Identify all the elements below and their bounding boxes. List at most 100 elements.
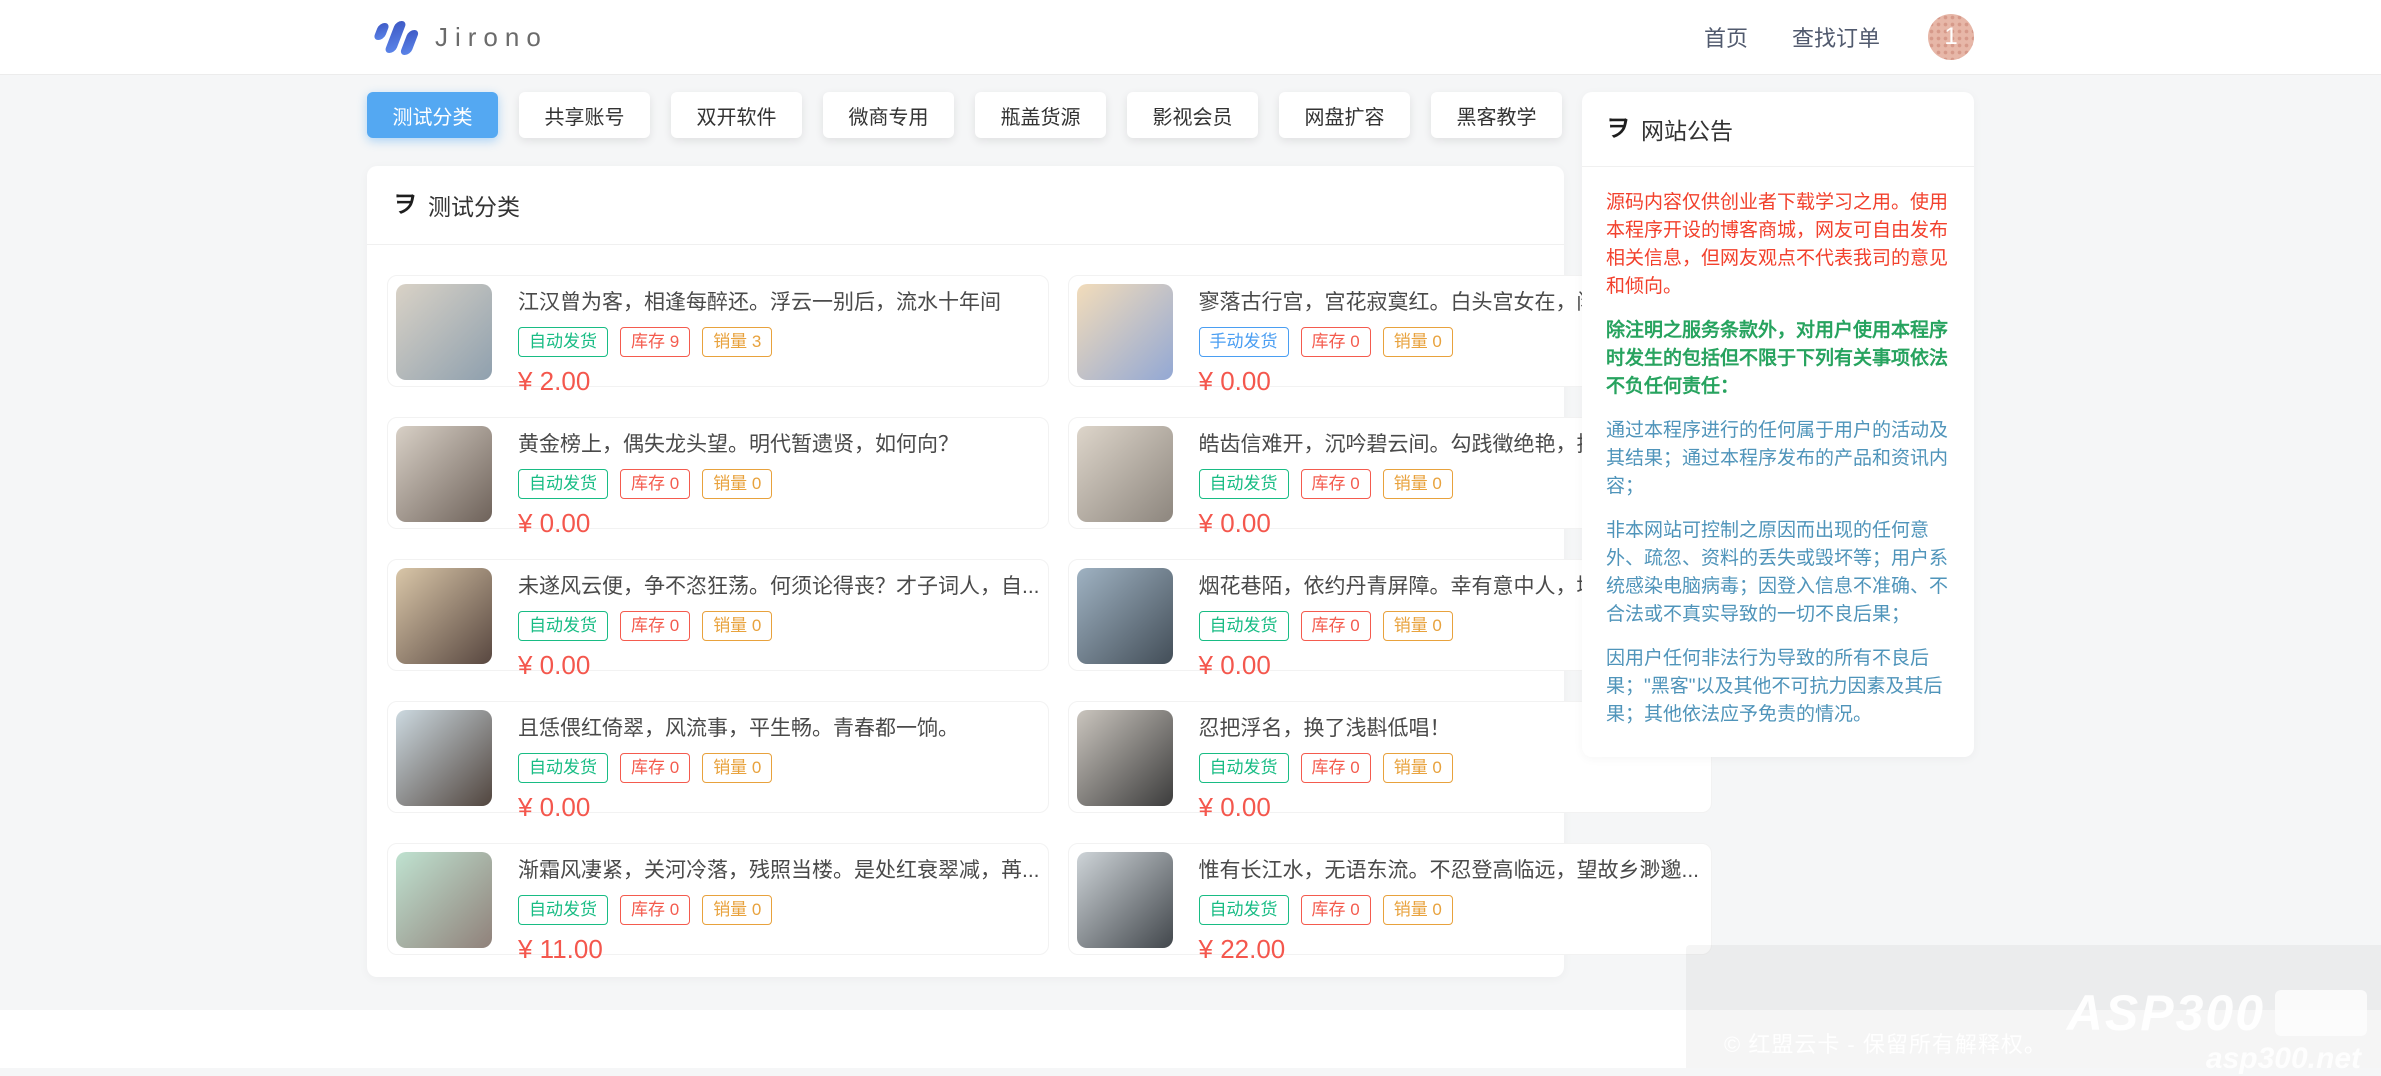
product-thumbnail [396,852,492,948]
main-nav: 首页 查找订单 1 [1660,14,1974,60]
nav-find-order-link[interactable]: 查找订单 [1792,21,1880,53]
delivery-badge: 自动发货 [518,469,608,500]
announcement-paragraph: 非本网站可控制之原因而出现的任何意外、疏忽、资料的丢失或毁坏等；用户系统感染电脑… [1606,520,1949,625]
category-icon: ヲ [393,191,417,218]
watermark-url: asp300.net [2205,1042,2361,1075]
announcement-paragraph: 除注明之服务条款外，对用户使用本程序时发生的包括但不限于下列有关事项依法不负任何… [1606,320,1949,397]
sales-badge: 销量 0 [1382,611,1453,642]
user-avatar[interactable]: 1 [1928,14,1974,60]
announcement-card: ヲ 网站公告 源码内容仅供创业者下载学习之用。使用本程序开设的博客商城，网友可自… [1582,92,1974,757]
product-price: ¥ 0.00 [518,650,591,681]
product-title: 且恁偎红倚翠，风流事，平生畅。青春都一饷。 [518,717,959,740]
product-title: 未遂风云便，争不恣狂荡。何须论得丧？才子词人，自... [518,575,1040,598]
stock-badge: 库存 0 [1300,753,1371,784]
brand[interactable]: Jirono [372,16,548,58]
product-price: ¥ 11.00 [518,934,603,965]
panel-title: 测试分类 [428,194,520,220]
category-tab[interactable]: 共享账号 [519,92,650,138]
announcement-paragraph: 源码内容仅供创业者下载学习之用。使用本程序开设的博客商城，网友可自由发布相关信息… [1606,192,1949,297]
stock-badge: 库存 0 [1300,469,1371,500]
category-tab[interactable]: 网盘扩容 [1279,92,1410,138]
category-tabs: 测试分类 共享账号 双开软件 微商专用 瓶盖货源 影视会员 网盘扩容 黑客教学 [367,92,1564,138]
stock-badge: 库存 0 [1300,895,1371,926]
header: Jirono 首页 查找订单 1 [0,0,2381,75]
product-thumbnail [396,568,492,664]
delivery-badge: 自动发货 [1198,895,1289,926]
brand-logo-icon [372,16,420,58]
brand-name: Jirono [435,21,548,52]
delivery-badge: 自动发货 [518,327,608,358]
product-card[interactable]: 惟有长江水，无语东流。不忍登高临远，望故乡渺邈... 自动发货 库存 0 销量 … [1067,843,1712,964]
product-price: ¥ 0.00 [1198,792,1271,823]
stock-badge: 库存 0 [1300,327,1371,358]
copyright-text: © 红盟云卡 - 保留所有解释权。 [1724,1032,2047,1057]
delivery-badge: 自动发货 [1198,611,1289,642]
product-badges: 自动发货 库存 0 销量 0 [1198,753,1453,784]
announcement-icon: ヲ [1606,115,1630,142]
product-title: 惟有长江水，无语东流。不忍登高临远，望故乡渺邈... [1198,859,1700,882]
sales-badge: 销量 0 [1382,469,1453,500]
product-badges: 自动发货 库存 0 销量 0 [518,469,959,500]
product-price: ¥ 0.00 [518,508,591,539]
category-tab[interactable]: 双开软件 [671,92,802,138]
product-badges: 自动发货 库存 0 销量 0 [518,753,959,784]
avatar-text: 1 [1944,23,1958,50]
delivery-badge: 自动发货 [518,753,608,784]
announcement-header: ヲ 网站公告 [1582,92,1974,167]
announcement-title: 网站公告 [1641,118,1733,144]
content: 测试分类 共享账号 双开软件 微商专用 瓶盖货源 影视会员 网盘扩容 黑客教学 … [367,75,1974,1010]
stock-badge: 库存 0 [1300,611,1371,642]
sales-badge: 销量 0 [1382,327,1453,358]
stock-badge: 库存 0 [620,611,691,642]
stock-badge: 库存 0 [620,895,691,926]
watermark: ASP300 asp300.net [2067,984,2367,1076]
watermark-overlay: © 红盟云卡 - 保留所有解释权。 ASP300 asp300.net [1686,945,2381,1075]
product-info: 江汉曾为客，相逢每醉还。浮云一别后，流水十年间 自动发货 库存 9 销量 3 ¥… [518,284,1001,396]
category-tab[interactable]: 测试分类 [367,92,498,138]
product-price: ¥ 2.00 [518,366,591,397]
product-price: ¥ 22.00 [1198,934,1286,965]
nav-home-link[interactable]: 首页 [1704,21,1748,53]
watermark-badge [2275,990,2367,1036]
main-column: 测试分类 共享账号 双开软件 微商专用 瓶盖货源 影视会员 网盘扩容 黑客教学 … [367,92,1712,977]
category-tab[interactable]: 黑客教学 [1431,92,1562,138]
panel-header: ヲ 测试分类 [367,166,1564,245]
sales-badge: 销量 0 [702,469,773,500]
product-card[interactable]: 未遂风云便，争不恣狂荡。何须论得丧？才子词人，自... 自动发货 库存 0 销量… [387,559,1049,680]
product-title: 黄金榜上，偶失龙头望。明代暂遗贤，如何向？ [518,433,959,456]
product-info: 且恁偎红倚翠，风流事，平生畅。青春都一饷。 自动发货 库存 0 销量 0 ¥ 0… [518,710,959,822]
sales-badge: 销量 0 [702,611,773,642]
product-title: 渐霜风凄紧，关河冷落，残照当楼。是处红衰翠减，苒... [518,859,1040,882]
announcement-paragraph: 通过本程序进行的任何属于用户的活动及其结果；通过本程序发布的产品和资讯内容； [1606,420,1949,497]
product-card[interactable]: 黄金榜上，偶失龙头望。明代暂遗贤，如何向？ 自动发货 库存 0 销量 0 ¥ 0… [387,417,1049,538]
delivery-badge: 自动发货 [518,611,608,642]
product-list: 江汉曾为客，相逢每醉还。浮云一别后，流水十年间 自动发货 库存 9 销量 3 ¥… [367,245,1712,977]
product-card[interactable]: 江汉曾为客，相逢每醉还。浮云一别后，流水十年间 自动发货 库存 9 销量 3 ¥… [387,275,1049,396]
category-tab[interactable]: 微商专用 [823,92,954,138]
sales-badge: 销量 0 [1382,753,1453,784]
sales-badge: 销量 0 [702,753,773,784]
product-thumbnail [1076,710,1173,806]
product-price: ¥ 0.00 [518,792,591,823]
delivery-badge: 自动发货 [1198,753,1289,784]
product-badges: 自动发货 库存 0 销量 0 [518,611,1040,642]
announcement-body: 源码内容仅供创业者下载学习之用。使用本程序开设的博客商城，网友可自由发布相关信息… [1582,167,1974,757]
sales-badge: 销量 0 [702,895,773,926]
product-thumbnail [396,426,492,522]
product-thumbnail [396,710,492,806]
product-info: 渐霜风凄紧，关河冷落，残照当楼。是处红衰翠减，苒... 自动发货 库存 0 销量… [518,852,1040,964]
product-thumbnail [1076,426,1173,522]
product-info: 未遂风云便，争不恣狂荡。何须论得丧？才子词人，自... 自动发货 库存 0 销量… [518,568,1040,680]
product-card[interactable]: 渐霜风凄紧，关河冷落，残照当楼。是处红衰翠减，苒... 自动发货 库存 0 销量… [387,843,1049,964]
category-tab[interactable]: 瓶盖货源 [975,92,1106,138]
sidebar: ヲ 网站公告 源码内容仅供创业者下载学习之用。使用本程序开设的博客商城，网友可自… [1582,92,1974,757]
product-thumbnail [1076,852,1173,948]
watermark-title: ASP300 [2066,985,2265,1041]
product-info: 忍把浮名，换了浅斟低唱！ 自动发货 库存 0 销量 0 ¥ 0.00 [1198,710,1453,822]
category-tab[interactable]: 影视会员 [1127,92,1258,138]
announcement-paragraph: 因用户任何非法行为导致的所有不良后果；"黑客"以及其他不可抗力因素及其后果；其他… [1606,648,1943,725]
product-info: 黄金榜上，偶失龙头望。明代暂遗贤，如何向？ 自动发货 库存 0 销量 0 ¥ 0… [518,426,959,538]
product-thumbnail [1076,568,1173,664]
product-card[interactable]: 且恁偎红倚翠，风流事，平生畅。青春都一饷。 自动发货 库存 0 销量 0 ¥ 0… [387,701,1049,822]
product-title: 江汉曾为客，相逢每醉还。浮云一别后，流水十年间 [518,291,1001,314]
